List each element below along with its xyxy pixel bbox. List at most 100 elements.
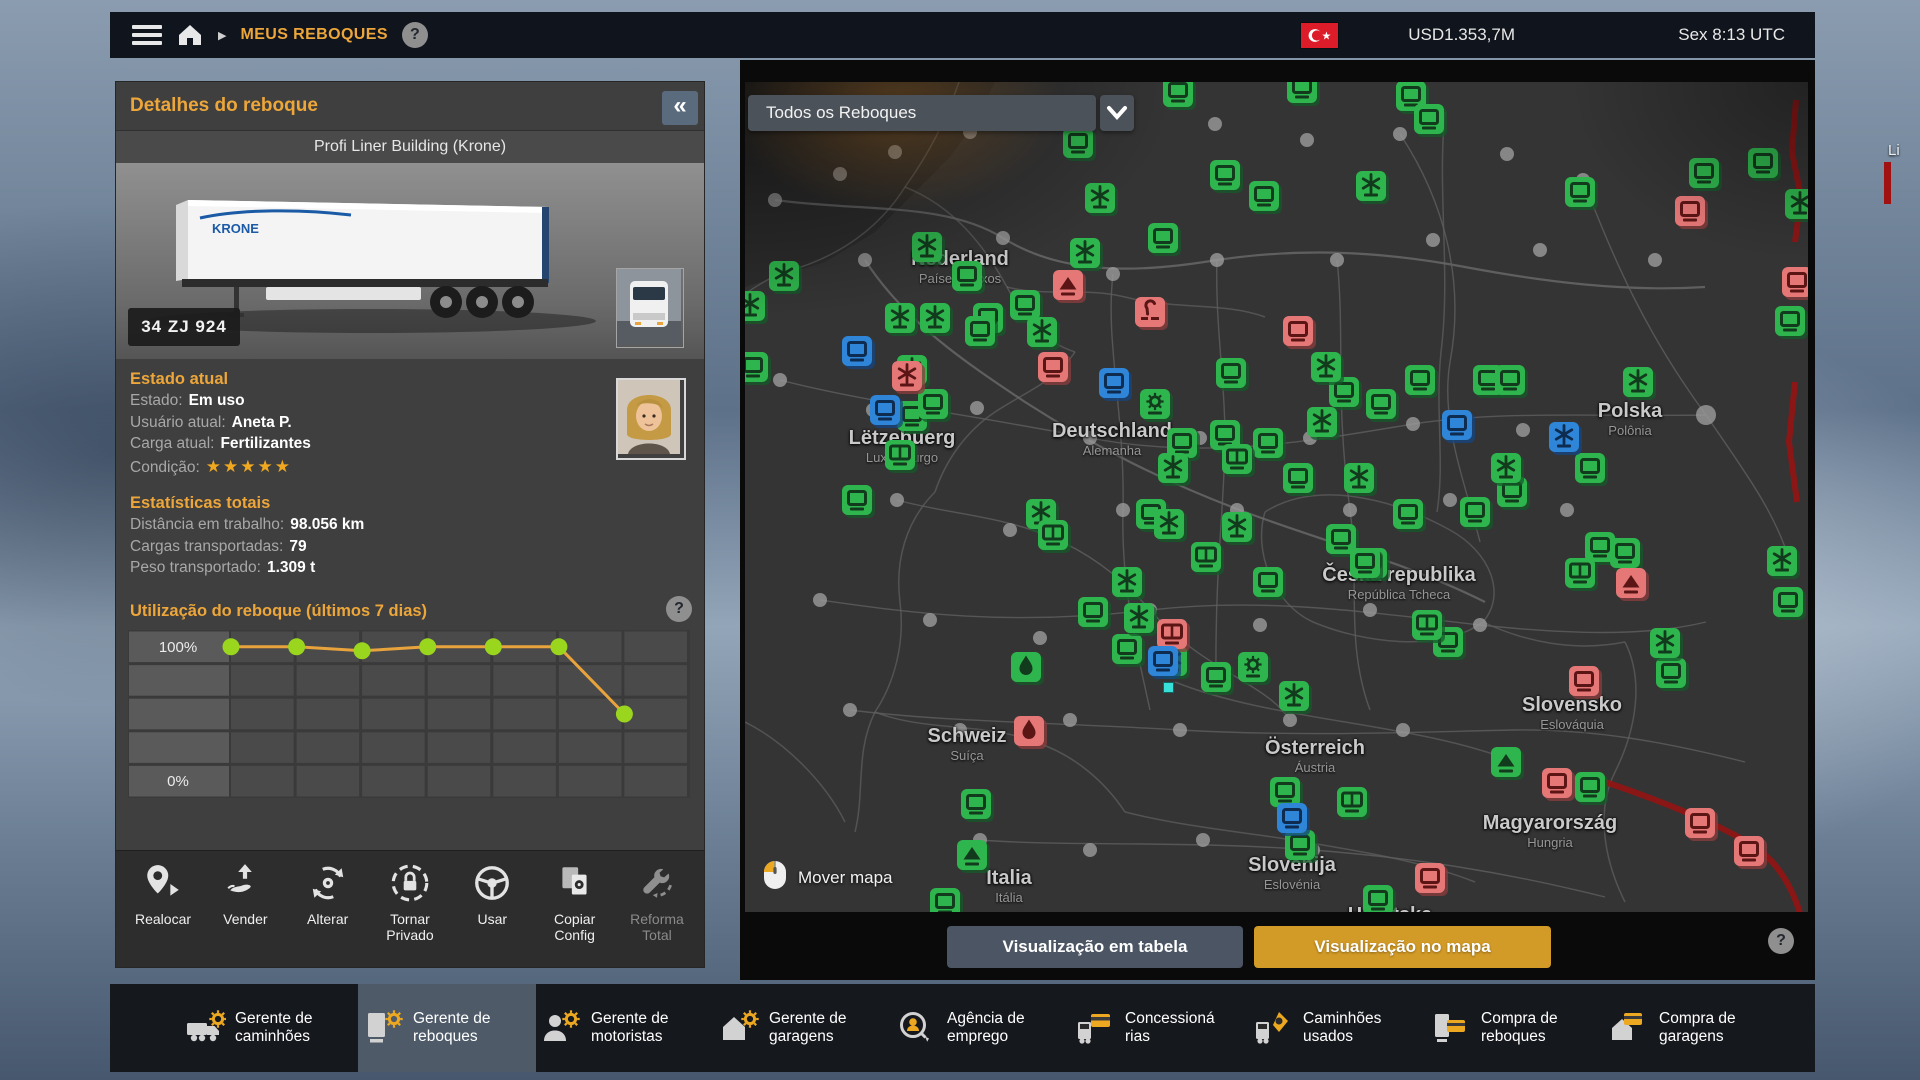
trailer-marker-reefer[interactable]: [1491, 453, 1521, 483]
trailer-marker-box[interactable]: [842, 485, 872, 515]
trailer-marker-box[interactable]: [1734, 836, 1764, 866]
trailer-marker-reefer[interactable]: [1085, 183, 1115, 213]
trailer-marker-box[interactable]: [1542, 768, 1572, 798]
trailer-marker-box[interactable]: [1078, 597, 1108, 627]
trailer-marker-flat[interactable]: [1053, 270, 1083, 300]
trailer-marker-box[interactable]: [1414, 104, 1444, 134]
trailer-marker-box[interactable]: [842, 336, 872, 366]
trailer-marker-reefer[interactable]: [1767, 546, 1797, 576]
trailer-marker-box[interactable]: [1393, 499, 1423, 529]
trailer-marker-box[interactable]: [1277, 803, 1307, 833]
trailer-marker-box[interactable]: [1689, 158, 1719, 188]
trailer-marker-double[interactable]: [1337, 787, 1367, 817]
trailer-marker-box[interactable]: [1350, 548, 1380, 578]
trailer-marker-box[interactable]: [1253, 428, 1283, 458]
trailer-marker-box[interactable]: [1656, 658, 1686, 688]
nav-driver-gear[interactable]: Gerente de motoristas: [536, 984, 714, 1072]
trailer-marker-reefer[interactable]: [1154, 509, 1184, 539]
trailer-marker-box[interactable]: [1685, 808, 1715, 838]
trailer-marker-box[interactable]: [1283, 463, 1313, 493]
trailer-marker-double[interactable]: [1191, 542, 1221, 572]
action-lock-button[interactable]: Tornar Privado: [369, 861, 451, 967]
trailer-marker-box[interactable]: [1575, 453, 1605, 483]
menu-icon[interactable]: [132, 25, 162, 45]
trailer-marker-tank[interactable]: [1014, 716, 1044, 746]
trailer-marker-box[interactable]: [1460, 497, 1490, 527]
trailer-marker-double[interactable]: [1157, 619, 1187, 649]
trailer-marker-box[interactable]: [1442, 410, 1472, 440]
help-icon[interactable]: ?: [402, 22, 428, 48]
trailer-marker-reefer[interactable]: [769, 261, 799, 291]
trailer-marker-box[interactable]: [1675, 196, 1705, 226]
nav-dealer-card[interactable]: Concessioná rias: [1070, 984, 1248, 1072]
nav-trailer-card[interactable]: Compra de reboques: [1426, 984, 1604, 1072]
trailer-marker-box[interactable]: [1112, 634, 1142, 664]
trailer-marker-box[interactable]: [1249, 181, 1279, 211]
breadcrumb[interactable]: MEUS REBOQUES: [240, 26, 387, 44]
trailer-marker-box[interactable]: [1010, 290, 1040, 320]
trailer-marker-box[interactable]: [1038, 352, 1068, 382]
collapse-panel-button[interactable]: «: [662, 91, 698, 125]
trailer-marker-box[interactable]: [1210, 160, 1240, 190]
trailer-marker-box[interactable]: [1148, 646, 1178, 676]
trailer-marker-reefer[interactable]: [1549, 422, 1579, 452]
trailer-marker-reefer[interactable]: [1307, 407, 1337, 437]
trailer-marker-box[interactable]: [1782, 267, 1808, 297]
trailer-marker-reefer[interactable]: [1785, 189, 1808, 219]
trailer-marker-double[interactable]: [1222, 444, 1252, 474]
trailer-marker-reefer[interactable]: [1070, 238, 1100, 268]
trailer-marker-box[interactable]: [1366, 389, 1396, 419]
trailer-marker-reefer[interactable]: [892, 361, 922, 391]
trailer-marker-box[interactable]: [1495, 365, 1525, 395]
action-copy-button[interactable]: Copiar Config: [534, 861, 616, 967]
usage-help-icon[interactable]: ?: [666, 596, 692, 622]
action-use-button[interactable]: Usar: [451, 861, 533, 967]
trailer-marker-hook[interactable]: [1135, 297, 1165, 327]
trailer-marker-box[interactable]: [952, 261, 982, 291]
trailer-marker-reefer[interactable]: [1344, 463, 1374, 493]
trailer-marker-reefer[interactable]: [1158, 453, 1188, 483]
europe-map[interactable]: NederlandPaíses BaixosLëtzebuergLuxembur…: [745, 82, 1808, 912]
table-view-button[interactable]: Visualização em tabela: [947, 926, 1243, 968]
trailer-marker-box[interactable]: [1253, 567, 1283, 597]
nav-trailer-gear[interactable]: Gerente de reboques: [358, 984, 536, 1072]
trailer-marker-reefer[interactable]: [912, 232, 942, 262]
action-relocate-button[interactable]: Realocar: [122, 861, 204, 967]
nav-used-shield[interactable]: Caminhões usados: [1248, 984, 1426, 1072]
trailer-marker-box[interactable]: [1565, 177, 1595, 207]
trailer-marker-box[interactable]: [745, 352, 768, 382]
trailer-marker-double[interactable]: [1412, 610, 1442, 640]
trailer-marker-box[interactable]: [1775, 306, 1805, 336]
trailer-marker-reefer[interactable]: [1222, 512, 1252, 542]
truck-thumbnail[interactable]: [616, 268, 684, 348]
trailer-marker-box[interactable]: [1285, 830, 1315, 860]
trailer-marker-box[interactable]: [1148, 223, 1178, 253]
trailer-marker-box[interactable]: [1063, 128, 1093, 158]
trailer-marker-box[interactable]: [930, 888, 960, 912]
trailer-marker-box[interactable]: [961, 789, 991, 819]
trailer-marker-box[interactable]: [1773, 587, 1803, 617]
trailer-marker-reefer[interactable]: [1279, 681, 1309, 711]
nav-garage-gear[interactable]: Gerente de garagens: [714, 984, 892, 1072]
trailer-marker-flat[interactable]: [957, 840, 987, 870]
map-help-icon[interactable]: ?: [1768, 928, 1794, 954]
chevron-down-icon[interactable]: [1100, 95, 1134, 131]
trailer-filter-dropdown[interactable]: Todos os Reboques: [748, 95, 1096, 131]
trailer-marker-box[interactable]: [1405, 365, 1435, 395]
trailer-marker-box[interactable]: [1363, 885, 1393, 912]
trailer-marker-reefer[interactable]: [920, 303, 950, 333]
trailer-marker-box[interactable]: [1415, 863, 1445, 893]
trailer-marker-flat[interactable]: [1616, 568, 1646, 598]
trailer-marker-box[interactable]: [965, 316, 995, 346]
trailer-marker-box[interactable]: [1610, 538, 1640, 568]
trailer-marker-box[interactable]: [1201, 662, 1231, 692]
trailer-marker-box[interactable]: [1099, 368, 1129, 398]
trailer-marker-reefer[interactable]: [1650, 628, 1680, 658]
action-sell-button[interactable]: Vender: [204, 861, 286, 967]
trailer-marker-double[interactable]: [1565, 558, 1595, 588]
trailer-marker-box[interactable]: [918, 389, 948, 419]
trailer-marker-double[interactable]: [1038, 520, 1068, 550]
trailer-marker-reefer[interactable]: [745, 291, 765, 321]
trailer-marker-box[interactable]: [1575, 772, 1605, 802]
nav-truck-gear[interactable]: Gerente de caminhões: [180, 984, 358, 1072]
